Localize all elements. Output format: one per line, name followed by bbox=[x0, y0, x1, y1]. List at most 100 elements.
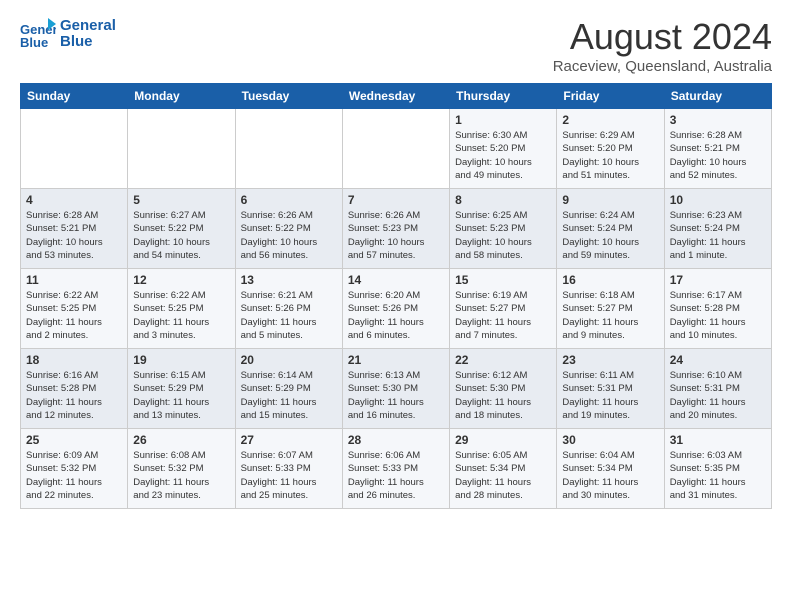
calendar-cell: 28Sunrise: 6:06 AM Sunset: 5:33 PM Dayli… bbox=[342, 429, 449, 509]
cell-text: Sunrise: 6:16 AM Sunset: 5:28 PM Dayligh… bbox=[26, 369, 122, 422]
day-header-tuesday: Tuesday bbox=[235, 84, 342, 109]
day-number: 24 bbox=[670, 353, 766, 367]
calendar-cell: 1 Sunrise: 6:30 AM Sunset: 5:20 PM Daylig… bbox=[450, 109, 557, 189]
logo-line1: General bbox=[60, 18, 116, 35]
svg-text:Blue: Blue bbox=[20, 35, 48, 50]
cell-text: Sunrise: 6:09 AM Sunset: 5:32 PM Dayligh… bbox=[26, 449, 122, 502]
calendar-cell: 16Sunrise: 6:18 AM Sunset: 5:27 PM Dayli… bbox=[557, 269, 664, 349]
cell-text: Sunrise: 6:19 AM Sunset: 5:27 PM Dayligh… bbox=[455, 289, 551, 342]
calendar-cell: 30 Sunrise: 6:04 AM Sunset: 5:34 PM Dayli… bbox=[557, 429, 664, 509]
calendar-cell: 24 Sunrise: 6:10 AM Sunset: 5:31 PM Dayli… bbox=[664, 349, 771, 429]
day-number: 5 bbox=[133, 193, 229, 207]
cell-text: Sunrise: 6:15 AM Sunset: 5:29 PM Dayligh… bbox=[133, 369, 229, 422]
calendar-cell: 18 Sunrise: 6:16 AM Sunset: 5:28 PM Dayli… bbox=[21, 349, 128, 429]
calendar-cell: 11 Sunrise: 6:22 AM Sunset: 5:25 PM Dayli… bbox=[21, 269, 128, 349]
day-header-thursday: Thursday bbox=[450, 84, 557, 109]
month-title: August 2024 bbox=[553, 16, 772, 58]
week-row-5: 25 Sunrise: 6:09 AM Sunset: 5:32 PM Dayli… bbox=[21, 429, 772, 509]
day-number: 23 bbox=[562, 353, 658, 367]
calendar-cell: 19Sunrise: 6:15 AM Sunset: 5:29 PM Dayli… bbox=[128, 349, 235, 429]
calendar-cell: 25 Sunrise: 6:09 AM Sunset: 5:32 PM Dayli… bbox=[21, 429, 128, 509]
calendar-cell: 13 Sunrise: 6:21 AM Sunset: 5:26 PM Dayli… bbox=[235, 269, 342, 349]
calendar-cell: 4 Sunrise: 6:28 AM Sunset: 5:21 PM Daylig… bbox=[21, 189, 128, 269]
day-number: 1 bbox=[455, 113, 551, 127]
day-number: 7 bbox=[348, 193, 444, 207]
cell-text: Sunrise: 6:08 AM Sunset: 5:32 PM Dayligh… bbox=[133, 449, 229, 502]
day-number: 6 bbox=[241, 193, 337, 207]
calendar-cell: 20 Sunrise: 6:14 AM Sunset: 5:29 PM Dayli… bbox=[235, 349, 342, 429]
day-number: 18 bbox=[26, 353, 122, 367]
logo-line2: Blue bbox=[60, 34, 116, 51]
day-number: 22 bbox=[455, 353, 551, 367]
cell-text: Sunrise: 6:07 AM Sunset: 5:33 PM Dayligh… bbox=[241, 449, 337, 502]
header: General Blue General Blue August 2024 Ra… bbox=[20, 16, 772, 75]
day-number: 2 bbox=[562, 113, 658, 127]
day-number: 21 bbox=[348, 353, 444, 367]
calendar-cell: 15Sunrise: 6:19 AM Sunset: 5:27 PM Dayli… bbox=[450, 269, 557, 349]
calendar-cell: 27 Sunrise: 6:07 AM Sunset: 5:33 PM Dayli… bbox=[235, 429, 342, 509]
calendar-cell: 10Sunrise: 6:23 AM Sunset: 5:24 PM Dayli… bbox=[664, 189, 771, 269]
calendar-cell: 12 Sunrise: 6:22 AM Sunset: 5:25 PM Dayli… bbox=[128, 269, 235, 349]
page: General Blue General Blue August 2024 Ra… bbox=[0, 0, 792, 525]
cell-text: Sunrise: 6:22 AM Sunset: 5:25 PM Dayligh… bbox=[26, 289, 122, 342]
cell-text: Sunrise: 6:14 AM Sunset: 5:29 PM Dayligh… bbox=[241, 369, 337, 422]
week-row-2: 4 Sunrise: 6:28 AM Sunset: 5:21 PM Daylig… bbox=[21, 189, 772, 269]
cell-text: Sunrise: 6:21 AM Sunset: 5:26 PM Dayligh… bbox=[241, 289, 337, 342]
cell-text: Sunrise: 6:28 AM Sunset: 5:21 PM Dayligh… bbox=[26, 209, 122, 262]
cell-text: Sunrise: 6:26 AM Sunset: 5:23 PM Dayligh… bbox=[348, 209, 444, 262]
cell-text: Sunrise: 6:30 AM Sunset: 5:20 PM Dayligh… bbox=[455, 129, 551, 182]
day-number: 30 bbox=[562, 433, 658, 447]
cell-text: Sunrise: 6:03 AM Sunset: 5:35 PM Dayligh… bbox=[670, 449, 766, 502]
calendar-cell: 9Sunrise: 6:24 AM Sunset: 5:24 PM Daylig… bbox=[557, 189, 664, 269]
cell-text: Sunrise: 6:12 AM Sunset: 5:30 PM Dayligh… bbox=[455, 369, 551, 422]
calendar-cell: 21Sunrise: 6:13 AM Sunset: 5:30 PM Dayli… bbox=[342, 349, 449, 429]
day-header-friday: Friday bbox=[557, 84, 664, 109]
cell-text: Sunrise: 6:05 AM Sunset: 5:34 PM Dayligh… bbox=[455, 449, 551, 502]
cell-text: Sunrise: 6:28 AM Sunset: 5:21 PM Dayligh… bbox=[670, 129, 766, 182]
day-number: 4 bbox=[26, 193, 122, 207]
calendar-cell: 29Sunrise: 6:05 AM Sunset: 5:34 PM Dayli… bbox=[450, 429, 557, 509]
day-number: 27 bbox=[241, 433, 337, 447]
day-header-sunday: Sunday bbox=[21, 84, 128, 109]
logo: General Blue General Blue bbox=[20, 16, 116, 52]
cell-text: Sunrise: 6:20 AM Sunset: 5:26 PM Dayligh… bbox=[348, 289, 444, 342]
week-row-3: 11 Sunrise: 6:22 AM Sunset: 5:25 PM Dayli… bbox=[21, 269, 772, 349]
calendar-cell: 22 Sunrise: 6:12 AM Sunset: 5:30 PM Dayli… bbox=[450, 349, 557, 429]
day-number: 20 bbox=[241, 353, 337, 367]
day-number: 3 bbox=[670, 113, 766, 127]
location-title: Raceview, Queensland, Australia bbox=[553, 58, 772, 75]
cell-text: Sunrise: 6:11 AM Sunset: 5:31 PM Dayligh… bbox=[562, 369, 658, 422]
calendar-cell: 8Sunrise: 6:25 AM Sunset: 5:23 PM Daylig… bbox=[450, 189, 557, 269]
calendar-cell: 26 Sunrise: 6:08 AM Sunset: 5:32 PM Dayli… bbox=[128, 429, 235, 509]
day-number: 10 bbox=[670, 193, 766, 207]
calendar-cell bbox=[235, 109, 342, 189]
cell-text: Sunrise: 6:24 AM Sunset: 5:24 PM Dayligh… bbox=[562, 209, 658, 262]
day-number: 13 bbox=[241, 273, 337, 287]
day-header-wednesday: Wednesday bbox=[342, 84, 449, 109]
week-row-1: 1 Sunrise: 6:30 AM Sunset: 5:20 PM Daylig… bbox=[21, 109, 772, 189]
day-number: 8 bbox=[455, 193, 551, 207]
day-header-monday: Monday bbox=[128, 84, 235, 109]
calendar-cell: 14Sunrise: 6:20 AM Sunset: 5:26 PM Dayli… bbox=[342, 269, 449, 349]
cell-text: Sunrise: 6:27 AM Sunset: 5:22 PM Dayligh… bbox=[133, 209, 229, 262]
day-number: 12 bbox=[133, 273, 229, 287]
day-number: 25 bbox=[26, 433, 122, 447]
day-number: 31 bbox=[670, 433, 766, 447]
calendar-cell bbox=[128, 109, 235, 189]
cell-text: Sunrise: 6:04 AM Sunset: 5:34 PM Dayligh… bbox=[562, 449, 658, 502]
logo-icon: General Blue bbox=[20, 16, 56, 52]
calendar-cell: 2Sunrise: 6:29 AM Sunset: 5:20 PM Daylig… bbox=[557, 109, 664, 189]
calendar-cell: 6 Sunrise: 6:26 AM Sunset: 5:22 PM Daylig… bbox=[235, 189, 342, 269]
calendar-cell: 17Sunrise: 6:17 AM Sunset: 5:28 PM Dayli… bbox=[664, 269, 771, 349]
cell-text: Sunrise: 6:22 AM Sunset: 5:25 PM Dayligh… bbox=[133, 289, 229, 342]
cell-text: Sunrise: 6:26 AM Sunset: 5:22 PM Dayligh… bbox=[241, 209, 337, 262]
calendar-cell bbox=[342, 109, 449, 189]
day-number: 11 bbox=[26, 273, 122, 287]
day-number: 26 bbox=[133, 433, 229, 447]
title-section: August 2024 Raceview, Queensland, Austra… bbox=[553, 16, 772, 75]
cell-text: Sunrise: 6:10 AM Sunset: 5:31 PM Dayligh… bbox=[670, 369, 766, 422]
calendar-cell: 23 Sunrise: 6:11 AM Sunset: 5:31 PM Dayli… bbox=[557, 349, 664, 429]
day-number: 16 bbox=[562, 273, 658, 287]
calendar-cell: 31 Sunrise: 6:03 AM Sunset: 5:35 PM Dayli… bbox=[664, 429, 771, 509]
cell-text: Sunrise: 6:06 AM Sunset: 5:33 PM Dayligh… bbox=[348, 449, 444, 502]
